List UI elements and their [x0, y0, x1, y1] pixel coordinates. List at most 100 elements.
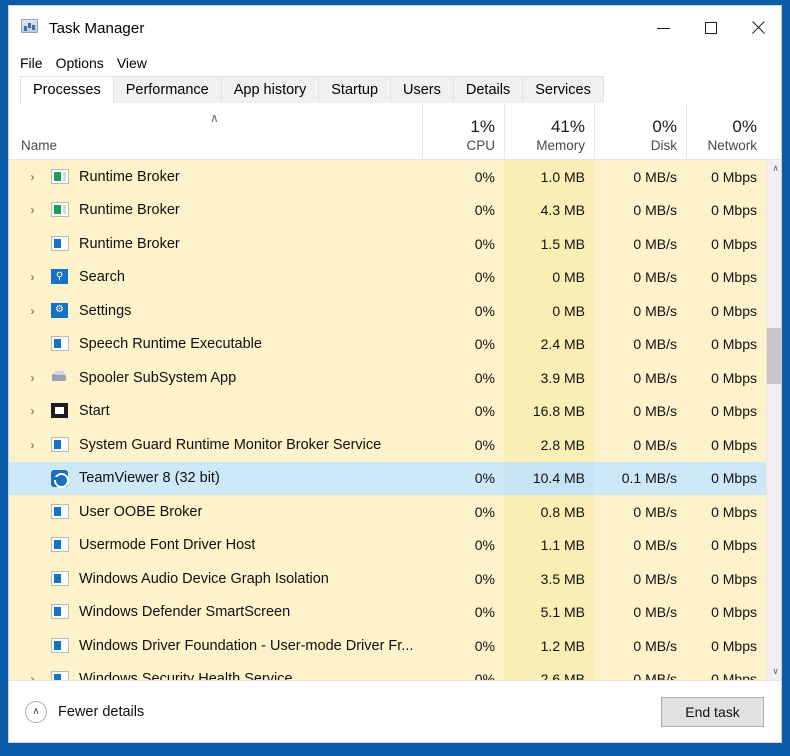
memory-cell: 1.5 MB — [504, 227, 594, 261]
app-green-icon — [51, 169, 69, 185]
column-header-cpu[interactable]: 1% CPU — [422, 104, 504, 159]
scrollbar-thumb[interactable] — [767, 328, 781, 384]
expand-arrow-icon[interactable]: › — [25, 169, 40, 184]
column-header-network[interactable]: 0% Network — [686, 104, 766, 159]
tab-app-history[interactable]: App history — [221, 76, 320, 103]
expand-arrow-icon[interactable]: › — [25, 303, 40, 318]
tab-performance[interactable]: Performance — [113, 76, 222, 103]
process-name-label: Spooler SubSystem App — [79, 370, 236, 386]
maximize-button[interactable] — [687, 6, 734, 50]
column-header-disk[interactable]: 0% Disk — [594, 104, 686, 159]
column-header-cpu-label: CPU — [423, 137, 504, 154]
network-cell: 0 Mbps — [686, 596, 766, 630]
process-name-label: Runtime Broker — [79, 202, 180, 218]
network-cell: 0 Mbps — [686, 663, 766, 681]
tab-details[interactable]: Details — [453, 76, 523, 103]
expand-arrow-icon[interactable]: › — [25, 437, 40, 452]
process-name-label: Windows Defender SmartScreen — [79, 604, 290, 620]
memory-cell: 2.6 MB — [504, 663, 594, 681]
window-title: Task Manager — [49, 20, 144, 37]
expand-arrow-icon[interactable]: › — [25, 270, 40, 285]
app-blue-icon — [51, 504, 69, 520]
table-row[interactable]: › Windows Security Health Service 0%2.6 MB… — [9, 663, 766, 681]
process-name-cell: ›Windows Defender SmartScreen — [9, 596, 422, 630]
process-table: lsk4.com PF ›Runtime Broker0%1.0 MB0 MB/… — [9, 160, 781, 680]
expand-arrow-icon[interactable]: › — [25, 203, 40, 218]
disk-cell: 0 MB/s — [594, 663, 686, 681]
scroll-down-icon[interactable]: ∨ — [767, 663, 781, 680]
window-controls — [640, 6, 781, 50]
expand-arrow-icon[interactable]: › — [25, 672, 40, 680]
minimize-button[interactable] — [640, 6, 687, 50]
table-row[interactable]: ›TeamViewer 8 (32 bit)0%10.4 MB0.1 MB/s0… — [9, 462, 766, 496]
process-name-cell: ›Runtime Broker — [9, 160, 422, 194]
menu-item-file[interactable]: File — [20, 53, 51, 73]
table-row[interactable]: ›⚲Search0%0 MB0 MB/s0 Mbps — [9, 261, 766, 295]
disk-cell: 0 MB/s — [594, 160, 686, 194]
chevron-up-icon: ∧ — [25, 701, 47, 723]
table-row[interactable]: ›⚙Settings0%0 MB0 MB/s0 Mbps — [9, 294, 766, 328]
table-row[interactable]: ›Runtime Broker0%1.0 MB0 MB/s0 Mbps — [9, 160, 766, 194]
column-header-name[interactable]: ∧ Name — [9, 104, 422, 159]
disk-cell: 0 MB/s — [594, 194, 686, 228]
process-name-label: User OOBE Broker — [79, 504, 202, 520]
network-cell: 0 Mbps — [686, 160, 766, 194]
table-row[interactable]: ›Runtime Broker0%4.3 MB0 MB/s0 Mbps — [9, 194, 766, 228]
cpu-cell: 0% — [422, 194, 504, 228]
menu-item-view[interactable]: View — [117, 53, 155, 73]
table-row[interactable]: ›Runtime Broker0%1.5 MB0 MB/s0 Mbps — [9, 227, 766, 261]
table-row[interactable]: ›Spooler SubSystem App0%3.9 MB0 MB/s0 Mb… — [9, 361, 766, 395]
cpu-cell: 0% — [422, 294, 504, 328]
task-manager-icon — [21, 19, 39, 37]
cpu-cell: 0% — [422, 596, 504, 630]
tab-startup[interactable]: Startup — [318, 76, 391, 103]
network-cell: 0 Mbps — [686, 395, 766, 429]
vertical-scrollbar[interactable]: ∧ ∨ — [766, 160, 781, 680]
start-tile-icon — [51, 403, 69, 419]
fewer-details-button[interactable]: ∧ Fewer details — [25, 701, 144, 723]
table-row[interactable]: ›Speech Runtime Executable0%2.4 MB0 MB/s… — [9, 328, 766, 362]
close-icon — [751, 21, 765, 35]
table-row[interactable]: ›Windows Defender SmartScreen0%5.1 MB0 M… — [9, 596, 766, 630]
memory-cell: 1.0 MB — [504, 160, 594, 194]
disk-cell: 0 MB/s — [594, 428, 686, 462]
column-header-memory[interactable]: 41% Memory — [504, 104, 594, 159]
memory-cell: 0 MB — [504, 261, 594, 295]
expand-arrow-icon[interactable]: › — [25, 404, 40, 419]
process-name-label: Windows Security Health Service — [79, 671, 293, 680]
footer-bar: ∧ Fewer details End task — [9, 680, 781, 742]
title-bar: Task Manager — [9, 6, 781, 50]
process-name-label: System Guard Runtime Monitor Broker Serv… — [79, 437, 381, 453]
cpu-cell: 0% — [422, 395, 504, 429]
tab-services[interactable]: Services — [522, 76, 604, 103]
memory-cell: 4.3 MB — [504, 194, 594, 228]
column-header-disk-label: Disk — [595, 137, 686, 154]
memory-cell: 10.4 MB — [504, 462, 594, 496]
sort-ascending-icon: ∧ — [210, 113, 219, 123]
column-header-row: ∧ Name 1% CPU 41% Memory 0% Disk 0% Netw… — [9, 104, 781, 160]
cpu-cell: 0% — [422, 495, 504, 529]
tab-users[interactable]: Users — [390, 76, 454, 103]
app-green-icon — [51, 202, 69, 218]
app-blue-icon — [51, 437, 69, 453]
expand-arrow-icon[interactable]: › — [25, 370, 40, 385]
menu-item-options[interactable]: Options — [56, 53, 112, 73]
memory-cell: 1.1 MB — [504, 529, 594, 563]
table-row[interactable]: ›User OOBE Broker0%0.8 MB0 MB/s0 Mbps — [9, 495, 766, 529]
table-row[interactable]: ›Usermode Font Driver Host0%1.1 MB0 MB/s… — [9, 529, 766, 563]
cpu-cell: 0% — [422, 663, 504, 681]
table-row[interactable]: › System Guard Runtime Monitor Broker Ser… — [9, 428, 766, 462]
table-row[interactable]: ›Windows Audio Device Graph Isolation0%3… — [9, 562, 766, 596]
end-task-button[interactable]: End task — [661, 697, 764, 727]
close-button[interactable] — [734, 6, 781, 50]
process-name-label: Search — [79, 269, 125, 285]
table-row[interactable]: ›Windows Driver Foundation - User-mode D… — [9, 629, 766, 663]
column-header-memory-label: Memory — [505, 137, 594, 154]
process-name-cell: ›Start — [9, 395, 422, 429]
scroll-up-icon[interactable]: ∧ — [767, 160, 781, 177]
table-row[interactable]: ›Start0%16.8 MB0 MB/s0 Mbps — [9, 395, 766, 429]
network-cell: 0 Mbps — [686, 495, 766, 529]
process-name-label: Settings — [79, 303, 131, 319]
tab-processes[interactable]: Processes — [20, 76, 114, 103]
memory-cell: 1.2 MB — [504, 629, 594, 663]
